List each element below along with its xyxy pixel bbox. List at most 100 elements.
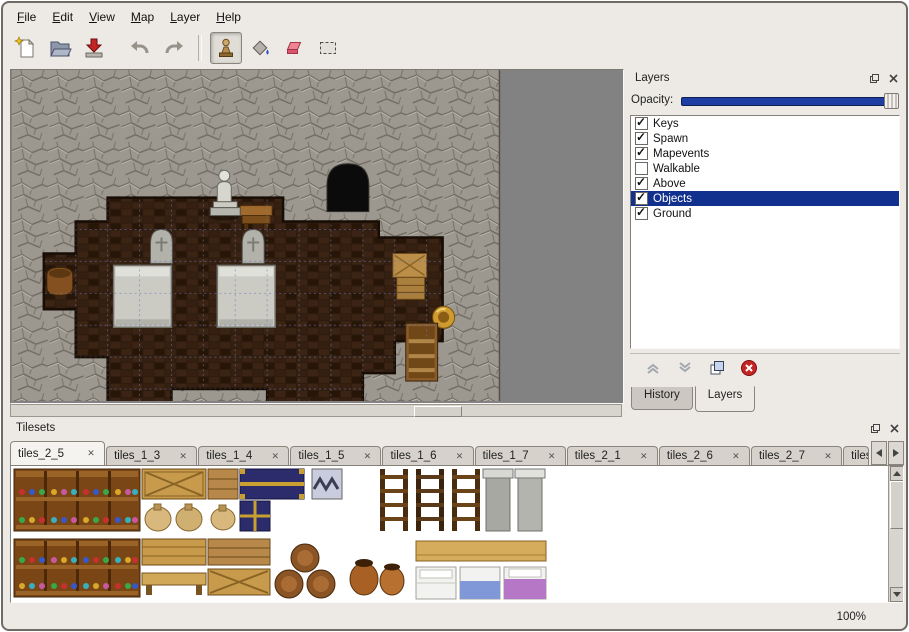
menu-file[interactable]: File [9, 7, 44, 27]
left-arrow-icon [876, 449, 882, 457]
redo-button[interactable] [158, 32, 190, 64]
toolbar [9, 29, 900, 67]
layer-visibility-checkbox[interactable] [635, 147, 648, 160]
map-crates [393, 253, 427, 299]
tileset-tab[interactable]: tiles_1_5 [290, 446, 381, 465]
map-platform [114, 265, 172, 327]
tileset-vertical-scrollbar[interactable] [888, 466, 903, 602]
layer-visibility-checkbox[interactable] [635, 192, 648, 205]
new-file-icon [14, 36, 38, 60]
close-tab-icon[interactable] [730, 450, 742, 462]
tileset-tab[interactable]: tiles_2_6 [659, 446, 750, 465]
delete-layer-icon [740, 359, 758, 377]
open-file-button[interactable] [44, 32, 76, 64]
tileset-tab[interactable]: tiles_1_3 [106, 446, 197, 465]
scroll-tabs-right-button[interactable] [888, 441, 904, 465]
zoom-level: 100% [837, 611, 866, 623]
tileset-tab-label: tiles_ [851, 450, 869, 462]
close-tab-icon[interactable] [546, 450, 558, 462]
tileset-tab[interactable]: tiles_ [843, 446, 869, 465]
tileset-tab-label: tiles_2_7 [759, 450, 805, 462]
scroll-up-button[interactable] [890, 466, 904, 481]
close-icon [889, 423, 900, 434]
duplicate-layer-button[interactable] [704, 356, 730, 380]
fill-tool-icon [248, 36, 272, 60]
layer-row[interactable]: Ground [631, 206, 899, 221]
layer-row[interactable]: Objects [631, 191, 899, 206]
map-horizontal-scrollbar[interactable] [10, 404, 622, 417]
tilesets-dock-title: Tilesets [8, 419, 906, 437]
stamp-tool-icon [214, 36, 238, 60]
close-tab-icon[interactable] [269, 450, 281, 462]
save-button[interactable] [78, 32, 110, 64]
tab-scroll-buttons [870, 441, 904, 465]
close-dock-button[interactable] [887, 422, 902, 435]
layer-row[interactable]: Spawn [631, 131, 899, 146]
toolbar-separator [198, 35, 202, 61]
close-tab-icon[interactable] [822, 450, 834, 462]
float-dock-button[interactable] [867, 72, 882, 85]
delete-layer-button[interactable] [736, 356, 762, 380]
layer-row[interactable]: Mapevents [631, 146, 899, 161]
tileset-tab[interactable]: tiles_1_4 [198, 446, 289, 465]
move-layer-up-button[interactable] [640, 356, 666, 380]
map-canvas[interactable] [10, 69, 624, 404]
tileset-tab-label: tiles_2_6 [667, 450, 713, 462]
layer-row[interactable]: Above [631, 176, 899, 191]
menubar: File Edit View Map Layer Help [9, 6, 900, 28]
close-dock-button[interactable] [886, 72, 901, 85]
menu-layer[interactable]: Layer [162, 7, 208, 27]
layer-visibility-checkbox[interactable] [635, 117, 648, 130]
float-icon [870, 423, 881, 434]
menu-help[interactable]: Help [208, 7, 249, 27]
close-tab-icon[interactable] [361, 450, 373, 462]
layer-name: Above [653, 178, 686, 190]
layer-visibility-checkbox[interactable] [635, 132, 648, 145]
new-file-button[interactable] [10, 32, 42, 64]
opacity-slider-handle[interactable] [884, 93, 899, 109]
tab-layers[interactable]: Layers [695, 386, 756, 412]
map-barrel [47, 267, 73, 295]
fill-tool-button[interactable] [244, 32, 276, 64]
menu-map[interactable]: Map [123, 7, 162, 27]
tileset-tab[interactable]: tiles_1_6 [382, 446, 473, 465]
rect-select-tool-button[interactable] [312, 32, 344, 64]
tab-history[interactable]: History [631, 387, 693, 410]
menu-edit[interactable]: Edit [44, 7, 81, 27]
map-gravestone [151, 230, 173, 264]
tileset-view[interactable] [10, 465, 904, 603]
move-layer-down-icon [677, 360, 693, 376]
undo-button[interactable] [124, 32, 156, 64]
map-scrollbar-handle[interactable] [414, 406, 462, 417]
close-tab-icon[interactable] [177, 450, 189, 462]
close-tab-icon[interactable] [454, 450, 466, 462]
tileset-scrollbar-handle[interactable] [890, 481, 904, 529]
layer-visibility-checkbox[interactable] [635, 162, 648, 175]
menu-view[interactable]: View [81, 7, 123, 27]
move-layer-up-icon [645, 360, 661, 376]
tileset-tab[interactable]: tiles_2_7 [751, 446, 842, 465]
opacity-slider[interactable] [681, 92, 899, 108]
tileset-tab-label: tiles_1_3 [114, 450, 160, 462]
layer-row[interactable]: Walkable [631, 161, 899, 176]
stamp-tool-button[interactable] [210, 32, 242, 64]
float-dock-button[interactable] [868, 422, 883, 435]
scroll-down-button[interactable] [890, 587, 904, 602]
tileset-tab[interactable]: tiles_1_7 [475, 446, 566, 465]
tileset-tab-label: tiles_2_1 [575, 450, 621, 462]
map-cabinet [406, 323, 438, 381]
eraser-tool-button[interactable] [278, 32, 310, 64]
tileset-tab[interactable]: tiles_2_1 [567, 446, 658, 465]
layer-name: Ground [653, 208, 691, 220]
opacity-row: Opacity: [631, 91, 899, 109]
map-platform [217, 265, 275, 327]
tileset-tab[interactable]: tiles_2_5 [10, 441, 105, 465]
layers-dock-title-label: Layers [627, 72, 867, 84]
move-layer-down-button[interactable] [672, 356, 698, 380]
layer-row[interactable]: Keys [631, 116, 899, 131]
close-tab-icon[interactable] [638, 450, 650, 462]
close-tab-icon[interactable] [85, 448, 97, 460]
scroll-tabs-left-button[interactable] [871, 441, 887, 465]
layer-visibility-checkbox[interactable] [635, 207, 648, 220]
layer-visibility-checkbox[interactable] [635, 177, 648, 190]
